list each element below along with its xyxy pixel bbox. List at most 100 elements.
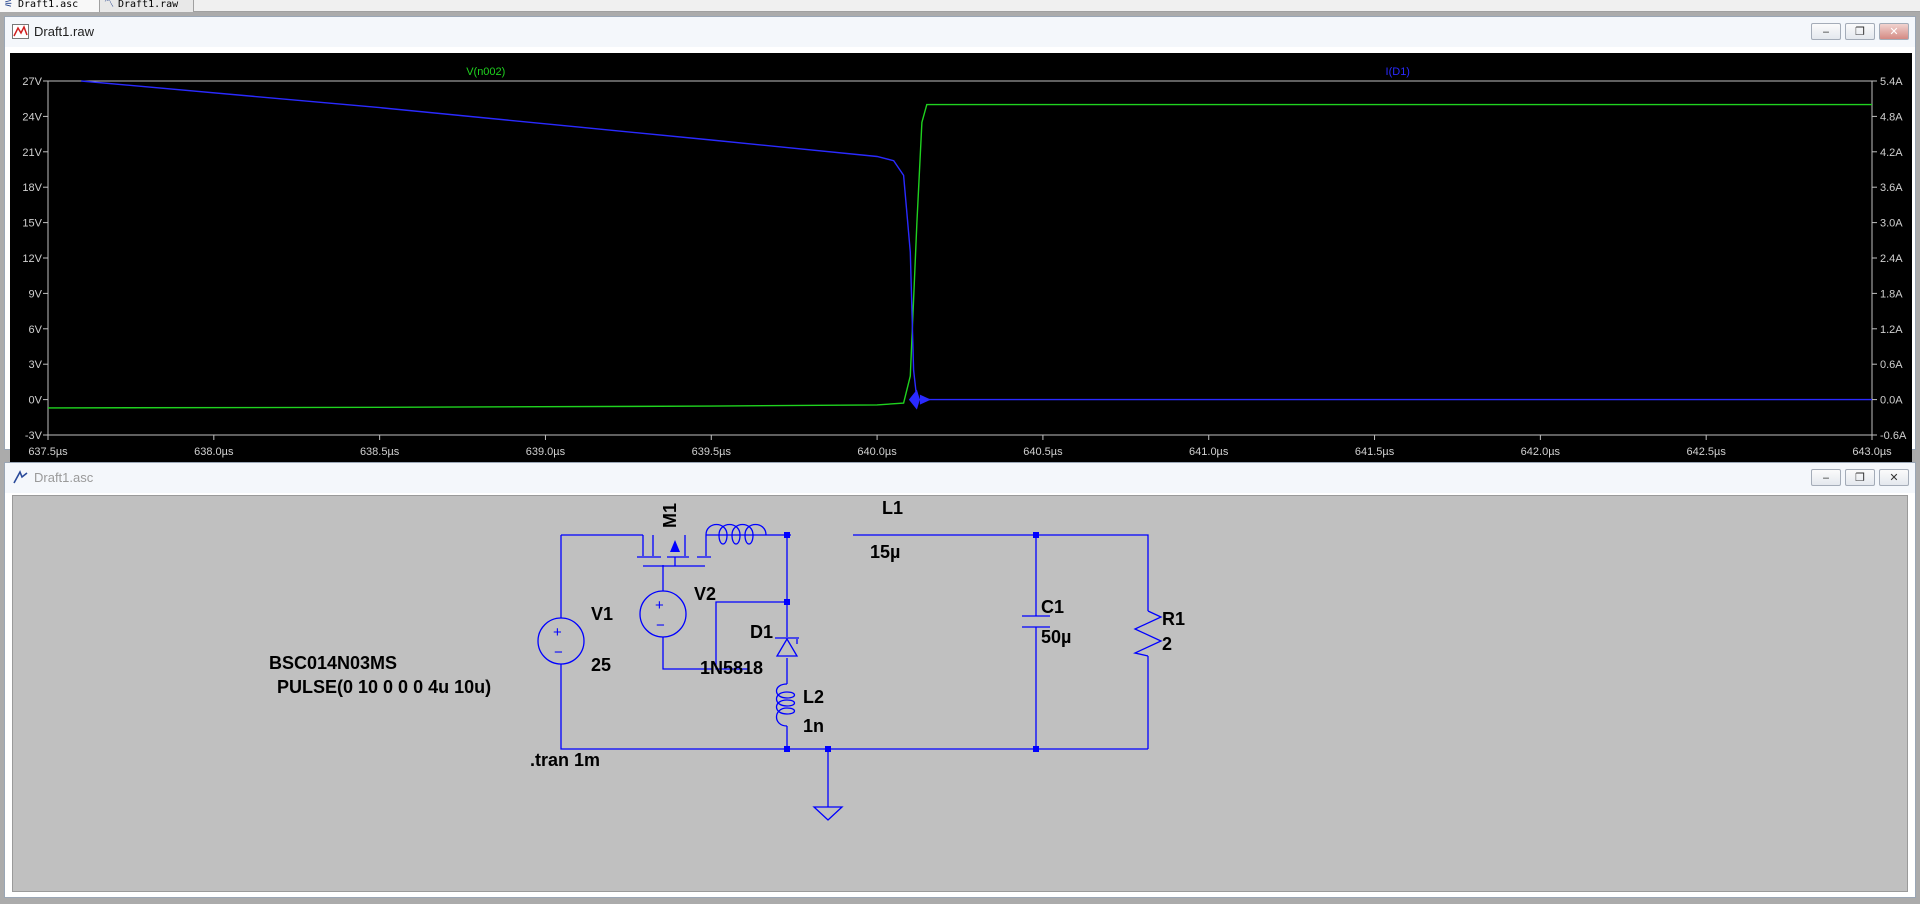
waveform-icon: 〽 [104, 0, 114, 10]
capacitor-c1-symbol[interactable] [1022, 615, 1050, 628]
schematic-window: Draft1.asc ‒ ❐ ✕ + − + − M1 L1 15µ V2 V1… [4, 462, 1916, 898]
series-line-voltage [47, 103, 1872, 409]
ringing-burst [908, 389, 931, 410]
schematic-titlebar[interactable]: Draft1.asc ‒ ❐ ✕ [5, 463, 1915, 493]
close-button[interactable]: ✕ [1879, 469, 1909, 486]
y-right-tick-label: 4.2A [1880, 147, 1903, 159]
x-tick-label: 643.0µs [1852, 446, 1892, 458]
resistor-r1-symbol[interactable] [1133, 610, 1163, 657]
l1-label: L1 [882, 498, 903, 518]
series-line-current [81, 80, 1872, 401]
inductor-l2-symbol[interactable] [775, 683, 796, 727]
window-title: Draft1.asc [34, 470, 94, 485]
y-right-tick-label: 1.2A [1880, 324, 1903, 336]
restore-button[interactable]: ❐ [1845, 23, 1875, 40]
y-right-tick-label: 0.6A [1880, 359, 1903, 371]
waveform-icon [12, 24, 29, 39]
waveform-window: Draft1.raw ‒ ❐ ✕ 27V 24V 21V 18V 15V 12V 9V 6V 3… [4, 16, 1916, 463]
mosfet-m1-symbol[interactable] [637, 535, 711, 567]
junction-dot [784, 746, 790, 752]
x-tick-label: 638.5µs [360, 446, 400, 458]
junction-dot [825, 746, 831, 752]
y-left-tick-label: 27V [22, 76, 42, 88]
minus-sign: − [554, 644, 563, 661]
v1-label: V1 [591, 604, 613, 624]
y-right-tick-label: 0.0A [1880, 395, 1903, 407]
x-tick-label: 639.0µs [526, 446, 566, 458]
y-left-tick-label: 15V [22, 218, 42, 230]
c1-value: 50µ [1041, 627, 1071, 647]
x-tick-label: 641.0µs [1189, 446, 1229, 458]
y-left-tick-label: 12V [22, 253, 42, 265]
ground-symbol [812, 806, 844, 821]
tab-draft1-asc[interactable]: ⚟ Draft1.asc [0, 0, 100, 12]
v2-value: PULSE(0 10 0 0 0 4u 10u) [277, 677, 491, 697]
plus-sign: + [553, 624, 562, 641]
l1-value: 15µ [870, 542, 900, 562]
junction-dot [784, 532, 790, 538]
inductor-l1-symbol[interactable] [705, 523, 767, 545]
junction-dot [1033, 746, 1039, 752]
y-right-tick-label: -0.6A [1880, 430, 1907, 442]
close-button[interactable]: ✕ [1879, 23, 1909, 40]
schematic-icon [13, 470, 28, 484]
y-right-tick-label: 3.6A [1880, 182, 1903, 194]
y-left-tick-label: 6V [29, 324, 43, 336]
d1-label: D1 [750, 622, 773, 642]
minus-sign: − [656, 617, 665, 634]
schematic-icon: ⚟ [4, 0, 13, 10]
y-right-tick-label: 1.8A [1880, 288, 1903, 300]
y-right-tick-label: 5.4A [1880, 76, 1903, 88]
plus-sign: + [655, 597, 664, 614]
y-left-tick-label: 18V [22, 182, 42, 194]
x-tick-label: 639.5µs [692, 446, 732, 458]
waveform-plot-pane[interactable]: 27V 24V 21V 18V 15V 12V 9V 6V 3V 0V -3V 5.4A 4.8A 4.2… [10, 53, 1912, 463]
tab-label: Draft1.asc [18, 0, 79, 10]
schematic-canvas[interactable]: + − + − M1 L1 15µ V2 V1 25 D1 1N5818 L2 … [12, 495, 1908, 892]
m1-label: M1 [660, 503, 680, 528]
d1-model: 1N5818 [700, 658, 763, 678]
y-left-tick-label: -3V [25, 430, 43, 442]
wire [560, 664, 1148, 750]
y-right-tick-label: 2.4A [1880, 253, 1903, 265]
tab-label: Draft1.raw [118, 0, 179, 10]
y-left-tick-label: 24V [22, 111, 42, 123]
junction-dot [784, 599, 790, 605]
waveform-titlebar[interactable]: Draft1.raw ‒ ❐ ✕ [5, 17, 1915, 47]
window-title: Draft1.raw [34, 24, 94, 39]
v1-value: 25 [591, 655, 611, 675]
r1-label: R1 [1162, 609, 1185, 629]
x-tick-label: 642.5µs [1686, 446, 1726, 458]
document-tab-strip: ⚟ Draft1.asc 〽 Draft1.raw [0, 0, 1920, 12]
l2-label: L2 [803, 687, 824, 707]
y-left-tick-label: 9V [29, 288, 43, 300]
x-tick-label: 640.0µs [857, 446, 897, 458]
l2-value: 1n [803, 716, 824, 736]
x-tick-label: 640.5µs [1023, 446, 1063, 458]
plot-frame [47, 80, 1873, 436]
c1-label: C1 [1041, 597, 1064, 617]
y-right-tick-label: 4.8A [1880, 111, 1903, 123]
waveform-chart[interactable]: 27V 24V 21V 18V 15V 12V 9V 6V 3V 0V -3V 5.4A 4.8A 4.2… [10, 53, 1912, 463]
restore-button[interactable]: ❐ [1845, 469, 1875, 486]
y-left-tick-label: 0V [29, 395, 43, 407]
legend-label-current: I(D1) [1386, 66, 1410, 78]
v2-label: V2 [694, 584, 716, 604]
tab-draft1-raw[interactable]: 〽 Draft1.raw [100, 0, 194, 12]
m1-model: BSC014N03MS [269, 653, 397, 673]
spice-directive[interactable]: .tran 1m [530, 750, 600, 770]
y-left-tick-label: 3V [29, 359, 43, 371]
minimize-button[interactable]: ‒ [1811, 469, 1841, 486]
x-tick-label: 637.5µs [28, 446, 68, 458]
diode-d1-symbol[interactable] [775, 637, 799, 657]
junction-dot [1033, 532, 1039, 538]
x-tick-label: 642.0µs [1521, 446, 1561, 458]
schematic-drawing[interactable]: + − + − M1 L1 15µ V2 V1 25 D1 1N5818 L2 … [13, 496, 1909, 893]
legend-label-voltage: V(n002) [466, 66, 505, 78]
minimize-button[interactable]: ‒ [1811, 23, 1841, 40]
y-left-tick-label: 21V [22, 147, 42, 159]
x-tick-label: 641.5µs [1355, 446, 1395, 458]
r1-value: 2 [1162, 634, 1172, 654]
y-right-tick-label: 3.0A [1880, 218, 1903, 230]
x-tick-label: 638.0µs [194, 446, 234, 458]
